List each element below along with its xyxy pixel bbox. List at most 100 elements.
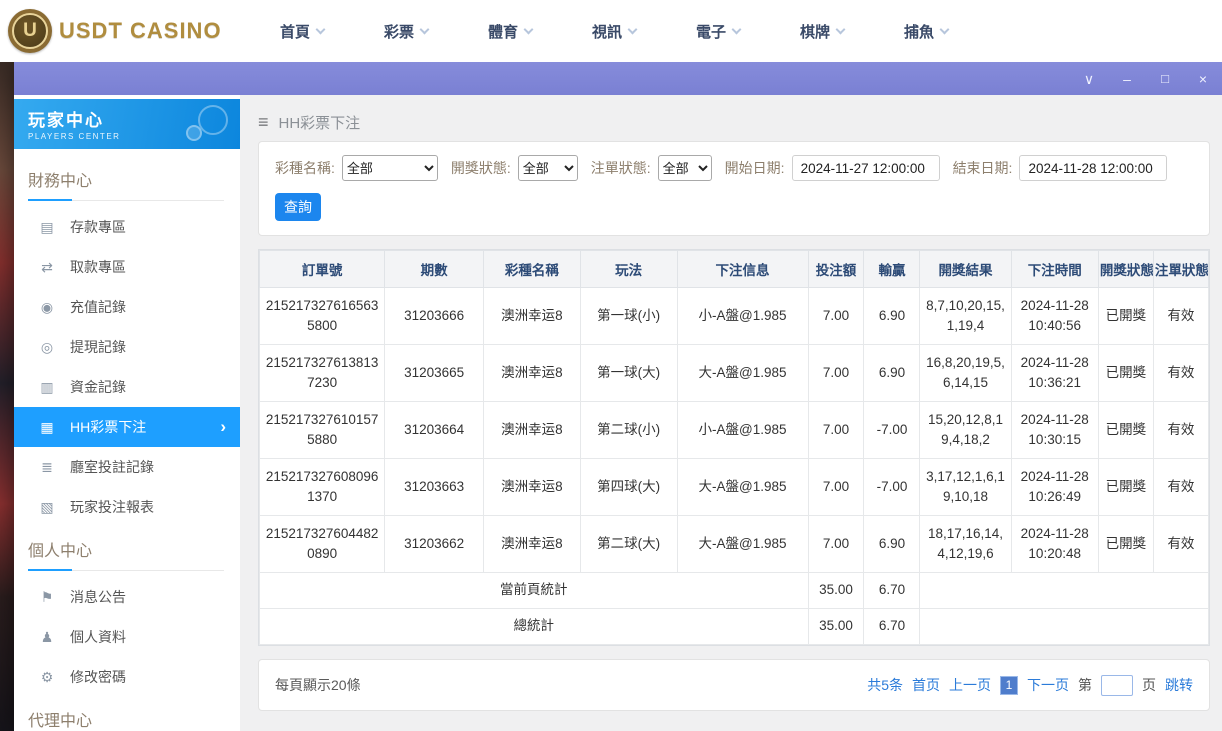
table-header-row: 訂單號 期數 彩種名稱 玩法 下注信息 投注額 輸贏 開獎結果 下注時間 開獎狀… [258,250,1210,288]
cell-lottery: 澳洲幸运8 [482,287,581,345]
start-date-input[interactable] [791,155,940,181]
page-summary-amount: 35.00 [807,572,865,609]
sidebar-item-withdraw[interactable]: ⇄ 取款專區 [14,247,240,287]
col-header-period: 期數 [384,250,484,288]
window-collapse-icon[interactable]: ∨ [1082,72,1096,86]
table-row: 2152173276044820890 31203662 澳洲幸运8 第二球(大… [258,515,1210,573]
sidebar-item-label: 資金記錄 [70,379,126,395]
cell-win: 6.90 [863,287,921,345]
window-close-icon[interactable]: × [1196,72,1210,86]
sidebar-item-announcements[interactable]: ⚑ 消息公告 [14,577,240,617]
col-header-draw-status: 開獎狀態 [1097,250,1154,288]
user-icon: ♟ [40,628,54,645]
filter-bet-status: 注單狀態: 全部 [591,155,712,181]
sidebar-item-label: 存款專區 [70,219,126,235]
nav-item-slots[interactable]: 電子 [666,0,770,62]
sidebar-item-recharge-record[interactable]: ◉ 充值記錄 [14,287,240,327]
bets-table: 訂單號 期數 彩種名稱 玩法 下注信息 投注額 輸贏 開獎結果 下注時間 開獎狀… [258,250,1210,645]
cell-result: 3,17,12,1,6,19,10,18 [919,458,1012,516]
lottery-select-label: 彩種名稱: [275,160,335,176]
cell-order-status: 有效 [1152,287,1210,345]
sidebar-item-change-password[interactable]: ⚙ 修改密碼 [14,657,240,697]
jump-button[interactable]: 跳转 [1165,675,1193,695]
top-navigation-bar: U USDT CASINO 首頁 彩票 體育 視訊 電子 棋牌 捕魚 [0,0,1222,62]
cell-time: 2024-11-28 10:20:48 [1010,515,1099,573]
cell-win: -7.00 [863,401,921,459]
bet-status-select[interactable]: 全部 [657,155,712,181]
search-button[interactable]: 查詢 [275,193,321,221]
draw-status-label: 開獎狀態: [450,160,511,176]
sidebar-item-cashout-record[interactable]: ◎ 提現記錄 [14,327,240,367]
withdraw-icon: ⇄ [41,258,53,275]
filter-end-date: 結束日期: [953,155,1168,181]
report-icon: ▧ [40,498,54,515]
filter-lottery: 彩種名稱: 全部 [275,155,438,181]
sidebar-item-funds-record[interactable]: ▥ 資金記錄 [14,367,240,407]
lottery-bet-icon: ▦ [40,418,54,435]
total-summary-win: 6.70 [863,608,921,645]
cell-amount: 7.00 [807,344,865,402]
cell-lottery: 澳洲幸运8 [482,515,581,573]
menu-toggle-icon[interactable]: ≡ [258,112,269,133]
chevron-down-icon [419,24,430,34]
next-page-link[interactable]: 下一页 [1027,675,1069,695]
end-date-input[interactable] [1019,155,1168,181]
nav-item-cards[interactable]: 棋牌 [770,0,874,62]
cell-play: 第一球(小) [579,287,678,345]
cell-amount: 7.00 [807,515,865,573]
deposit-icon: ▤ [40,218,54,235]
col-header-lottery: 彩種名稱 [482,250,581,288]
screen: U USDT CASINO 首頁 彩票 體育 視訊 電子 棋牌 捕魚 ∨ – □… [0,0,1222,731]
nav-item-video[interactable]: 視訊 [562,0,666,62]
window-maximize-icon[interactable]: □ [1158,72,1172,85]
nav-item-lottery[interactable]: 彩票 [354,0,458,62]
nav-item-fishing[interactable]: 捕魚 [874,0,978,62]
col-header-play: 玩法 [579,250,678,288]
table-row: 2152173276138137230 31203665 澳洲幸运8 第一球(大… [258,344,1210,402]
sidebar-item-player-bet-report[interactable]: ▧ 玩家投注報表 [14,487,240,527]
nav-item-sports[interactable]: 體育 [458,0,562,62]
col-header-amount: 投注額 [807,250,865,288]
cell-time: 2024-11-28 10:36:21 [1010,344,1099,402]
cell-order-id: 2152173276165635800 [258,287,386,345]
window-body: 玩家中心 PLAYERS CENTER 財務中心 ▤ 存款專區 ⇄ 取款專區 ◉… [14,95,1222,731]
nav-item-home[interactable]: 首頁 [250,0,354,62]
page-jump-input[interactable] [1101,674,1133,696]
total-summary-row: 總統計 35.00 6.70 [259,608,1209,645]
sidebar-item-hh-lottery-bets[interactable]: ▦ HH彩票下注 › [14,407,240,447]
start-date-label: 開始日期: [724,160,785,176]
lottery-select[interactable]: 全部 [341,155,438,181]
page-summary-label: 當前頁統計 [259,572,809,609]
cell-result: 16,8,20,19,5,6,14,15 [919,344,1012,402]
cell-draw-status: 已開獎 [1097,515,1154,573]
chevron-right-icon: › [220,417,226,436]
filter-draw-status: 開獎狀態: 全部 [451,155,578,181]
sidebar-item-deposit[interactable]: ▤ 存款專區 [14,207,240,247]
sidebar-item-profile[interactable]: ♟ 個人資料 [14,617,240,657]
bet-status-label: 注單狀態: [590,160,651,176]
sidebar-item-label: 提現記錄 [70,339,126,355]
site-logo: U USDT CASINO [0,9,250,53]
logo-text: USDT CASINO [59,18,222,43]
cashout-record-icon: ◎ [40,338,54,355]
chevron-down-icon [835,24,846,34]
cell-draw-status: 已開獎 [1097,458,1154,516]
filter-row: 彩種名稱: 全部 開獎狀態: 全部 注單狀態: 全部 開始日期: 2024-11… [275,155,1193,181]
cell-order-status: 有效 [1152,515,1210,573]
cell-play: 第二球(大) [579,515,678,573]
window-minimize-icon[interactable]: – [1120,72,1134,86]
col-header-win: 輸贏 [863,250,921,288]
gear-icon: ⚙ [40,668,54,685]
sidebar-item-hall-bet-record[interactable]: ≣ 廳室投註記錄 [14,447,240,487]
col-header-order-id: 訂單號 [258,250,386,288]
cell-win: 6.90 [863,515,921,573]
chevron-down-icon [731,24,742,34]
main-nav: 首頁 彩票 體育 視訊 電子 棋牌 捕魚 [250,0,978,62]
draw-status-select[interactable]: 全部 [517,155,578,181]
cell-order-status: 有效 [1152,458,1210,516]
first-page-link[interactable]: 首页 [912,675,940,695]
total-summary-empty [919,608,1209,645]
current-page-button[interactable]: 1 [1000,675,1018,695]
prev-page-link[interactable]: 上一页 [949,675,991,695]
cell-play: 第二球(小) [579,401,678,459]
